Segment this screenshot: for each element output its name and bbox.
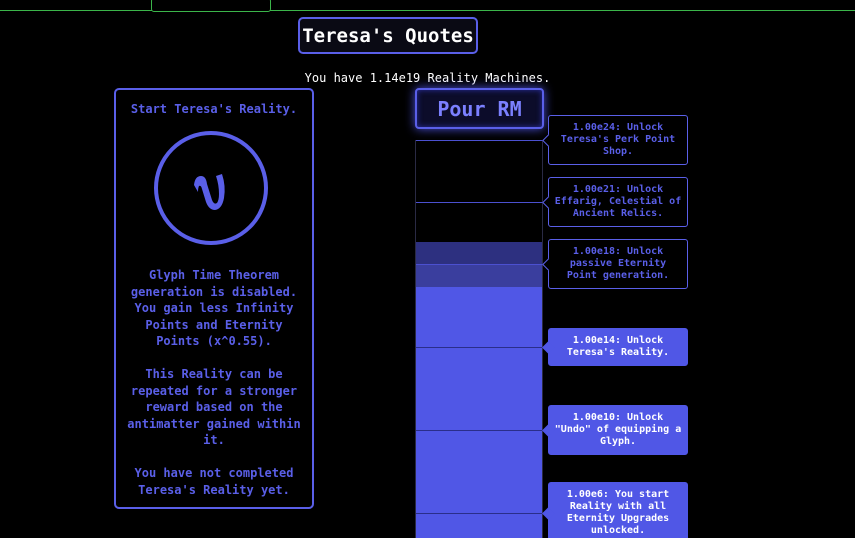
unlock-undo-glyph: 1.00e10: Unlock "Undo" of equipping a Gl… <box>548 405 688 455</box>
tank-fill-rising <box>416 265 542 287</box>
teresa-quotes-button[interactable]: Teresa's Quotes <box>298 17 478 54</box>
tank-marker-1e24 <box>416 140 542 141</box>
unlock-teresa-reality: 1.00e14: Unlock Teresa's Reality. <box>548 328 688 366</box>
unlock-passive-ep: 1.00e18: Unlock passive Eternity Point g… <box>548 239 688 289</box>
reality-description: Glyph Time Theorem generation is disable… <box>124 267 304 515</box>
teresa-reality-panel[interactable]: Start Teresa's Reality. Glyph Time Theor… <box>114 88 314 509</box>
tank-marker-1e21 <box>416 202 542 203</box>
tank-marker-1e6 <box>416 513 542 514</box>
celestial-screen: Teresa's Quotes You have 1.14e19 Reality… <box>0 0 855 538</box>
tank-fill-partial <box>416 242 542 265</box>
reality-description-status: You have not completed Teresa's Reality … <box>134 466 294 497</box>
unlock-effarig: 1.00e21: Unlock Effarig, Celestial of An… <box>548 177 688 227</box>
tank-marker-1e10 <box>416 430 542 431</box>
teresa-symbol-icon[interactable] <box>154 131 268 245</box>
tank-marker-1e18 <box>416 264 542 265</box>
unlock-perk-shop: 1.00e24: Unlock Teresa's Perk Point Shop… <box>548 115 688 165</box>
reality-description-effect: Glyph Time Theorem generation is disable… <box>130 268 298 348</box>
pour-rm-button[interactable]: Pour RM <box>415 88 544 129</box>
unlock-eternity-upgrades: 1.00e6: You start Reality with all Etern… <box>548 482 688 538</box>
tank-marker-1e14 <box>416 347 542 348</box>
reality-description-repeat: This Reality can be repeated for a stron… <box>127 367 301 447</box>
subtab-indicator[interactable] <box>151 0 271 12</box>
rm-pour-tank <box>415 140 543 538</box>
tank-fill-level <box>416 287 542 538</box>
start-reality-label: Start Teresa's Reality. <box>130 102 298 116</box>
reality-machines-readout: You have 1.14e19 Reality Machines. <box>304 71 551 85</box>
top-divider <box>0 10 855 11</box>
teresa-glyph-icon <box>194 174 225 210</box>
